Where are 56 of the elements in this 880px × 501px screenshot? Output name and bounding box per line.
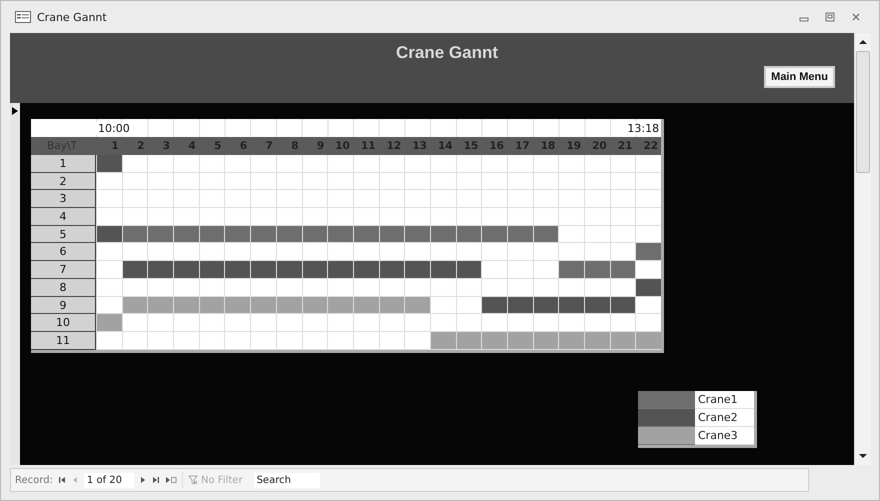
column-header: 19 [558, 137, 584, 155]
column-header: 1 [96, 137, 122, 155]
vertical-scrollbar[interactable] [854, 33, 871, 465]
column-header: 11 [352, 137, 379, 155]
start-time: 10:00 [96, 122, 132, 134]
column-header: 6 [224, 137, 250, 155]
record-position-field[interactable]: 1 of 20 [84, 472, 134, 488]
scroll-down-icon[interactable] [859, 453, 867, 459]
bay-label: 11 [31, 332, 96, 350]
window-title: Crane Gannt [37, 10, 107, 24]
column-header: 14 [430, 137, 456, 155]
column-header: 22 [635, 137, 662, 155]
first-record-icon[interactable] [58, 476, 66, 484]
bay-label: 8 [31, 278, 96, 296]
column-header: 8 [276, 137, 302, 155]
column-header: 12 [378, 137, 404, 155]
column-header: 9 [302, 137, 328, 155]
column-header: 10 [327, 137, 353, 155]
close-icon[interactable] [851, 12, 861, 22]
column-header: 13 [404, 137, 430, 155]
last-record-icon[interactable] [152, 476, 160, 484]
column-header: 2 [122, 137, 148, 155]
bay-label: 2 [31, 172, 96, 190]
column-header: 20 [584, 137, 610, 155]
bay-label: 6 [31, 243, 96, 262]
restore-icon[interactable] [825, 12, 835, 22]
record-label: Record: [15, 474, 53, 486]
column-header: 5 [198, 137, 224, 155]
main-menu-button[interactable]: Main Menu [764, 66, 835, 88]
scroll-thumb[interactable] [856, 51, 870, 173]
column-header: 3 [147, 137, 174, 155]
column-header: 17 [507, 137, 533, 155]
legend-label: Crane3 [695, 426, 754, 445]
column-header: 16 [481, 137, 507, 155]
column-header: 18 [532, 137, 558, 155]
column-header: 15 [456, 137, 482, 155]
column-header: 7 [250, 137, 276, 155]
bay-label: 3 [31, 190, 96, 208]
column-header: 21 [610, 137, 636, 155]
bay-label: 7 [31, 261, 96, 279]
current-record-icon [12, 107, 18, 115]
bay-label: 5 [31, 226, 96, 244]
legend-label: Crane1 [695, 390, 754, 409]
bay-label: 9 [31, 296, 96, 314]
legend-label: Crane2 [695, 408, 754, 427]
form-title: Crane Gannt [396, 43, 498, 64]
filter-icon [188, 475, 198, 485]
bay-label: 10 [31, 314, 96, 332]
new-record-icon[interactable] [165, 476, 178, 484]
bay-label: 4 [31, 208, 96, 226]
column-header: 4 [173, 137, 199, 155]
search-field[interactable]: Search [254, 472, 320, 488]
next-record-icon[interactable] [139, 476, 148, 484]
scroll-up-icon[interactable] [859, 39, 867, 45]
bay-label: 1 [31, 155, 96, 173]
form-icon [15, 11, 31, 23]
